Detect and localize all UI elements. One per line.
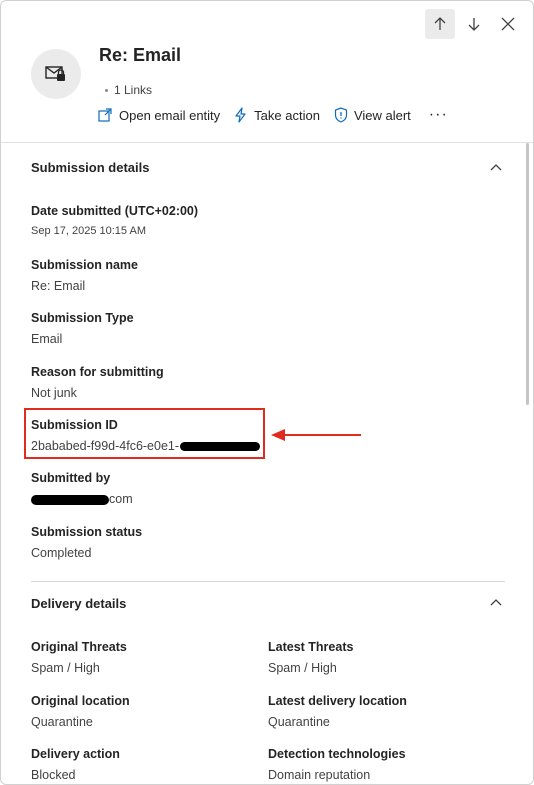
delivery-action-label: Delivery action — [31, 747, 120, 761]
date-submitted-field: Date submitted (UTC+02:00) Sep 17, 2025 … — [31, 204, 198, 237]
view-alert-label: View alert — [353, 107, 411, 123]
detection-technologies-field: Detection technologies Domain reputation — [268, 747, 406, 782]
arrow-up-icon — [434, 17, 446, 30]
close-button[interactable] — [493, 9, 523, 39]
chevron-up-icon[interactable] — [489, 595, 503, 609]
open-email-entity-button[interactable]: Open email entity — [97, 107, 220, 123]
section-divider — [31, 581, 505, 582]
header-divider — [1, 142, 533, 143]
shield-alert-icon — [334, 107, 348, 123]
submission-details-heading: Submission details — [31, 160, 150, 175]
submission-name-label: Submission name — [31, 258, 138, 272]
date-submitted-value: Sep 17, 2025 10:15 AM — [31, 225, 146, 237]
latest-threats-value: Spam / High — [268, 661, 337, 675]
submission-type-label: Submission Type — [31, 311, 134, 325]
view-alert-button[interactable]: View alert — [334, 107, 411, 123]
chevron-up-icon[interactable] — [489, 160, 503, 174]
reason-value: Not junk — [31, 386, 77, 400]
details-panel: Re: Email 1 Links Open email entity Take… — [0, 0, 534, 785]
submitted-by-label: Submitted by — [31, 471, 111, 485]
annotation-arrow — [271, 429, 361, 441]
delivery-action-value: Blocked — [31, 768, 76, 782]
submitted-by-field: Submitted by com — [31, 471, 133, 506]
latest-location-field: Latest delivery location Quarantine — [268, 694, 407, 729]
open-external-icon — [98, 108, 112, 122]
page-title: Re: Email — [99, 45, 182, 65]
original-threats-value: Spam / High — [31, 661, 100, 675]
detection-technologies-value: Domain reputation — [268, 768, 371, 782]
submission-type-field: Submission Type Email — [31, 311, 134, 346]
latest-threats-label: Latest Threats — [268, 640, 354, 654]
submission-status-label: Submission status — [31, 525, 143, 539]
action-bar: Open email entity Take action View alert… — [97, 107, 448, 123]
delivery-details-heading: Delivery details — [31, 596, 127, 611]
email-lock-icon — [45, 66, 65, 81]
latest-location-label: Latest delivery location — [268, 694, 407, 708]
email-avatar — [31, 49, 81, 99]
links-label: 1 Links — [114, 83, 153, 97]
more-actions-button[interactable]: ··· — [429, 107, 448, 123]
latest-location-value: Quarantine — [268, 715, 330, 729]
previous-item-button[interactable] — [425, 9, 455, 39]
lightning-icon — [235, 107, 246, 123]
close-icon — [501, 17, 515, 31]
submission-status-value: Completed — [31, 546, 92, 560]
delivery-action-field: Delivery action Blocked — [31, 747, 120, 782]
original-threats-label: Original Threats — [31, 640, 127, 654]
date-submitted-label: Date submitted (UTC+02:00) — [31, 204, 199, 218]
links-count: 1 Links — [105, 83, 152, 97]
reason-field: Reason for submitting Not junk — [31, 365, 164, 400]
bullet-dot — [105, 88, 108, 92]
submitted-by-value: com — [31, 492, 133, 506]
detection-technologies-label: Detection technologies — [268, 747, 406, 761]
original-location-field: Original location Quarantine — [31, 694, 130, 729]
panel-navigation — [425, 9, 523, 39]
submission-name-value: Re: Email — [31, 279, 86, 293]
scrollbar-thumb[interactable] — [526, 143, 529, 405]
open-email-entity-label: Open email entity — [119, 107, 221, 123]
next-item-button[interactable] — [459, 9, 489, 39]
take-action-label: Take action — [254, 107, 320, 123]
redaction-mark — [31, 494, 109, 505]
submission-status-field: Submission status Completed — [31, 525, 142, 560]
original-threats-field: Original Threats Spam / High — [31, 640, 127, 675]
reason-label: Reason for submitting — [31, 365, 164, 379]
submission-type-value: Email — [31, 332, 63, 346]
submission-name-field: Submission name Re: Email — [31, 258, 138, 293]
original-location-label: Original location — [31, 694, 130, 708]
latest-threats-field: Latest Threats Spam / High — [268, 640, 353, 675]
annotation-highlight-box — [24, 408, 265, 459]
take-action-button[interactable]: Take action — [234, 107, 320, 123]
submitted-by-suffix: com — [109, 492, 133, 506]
original-location-value: Quarantine — [31, 715, 93, 729]
arrow-down-icon — [468, 18, 480, 31]
